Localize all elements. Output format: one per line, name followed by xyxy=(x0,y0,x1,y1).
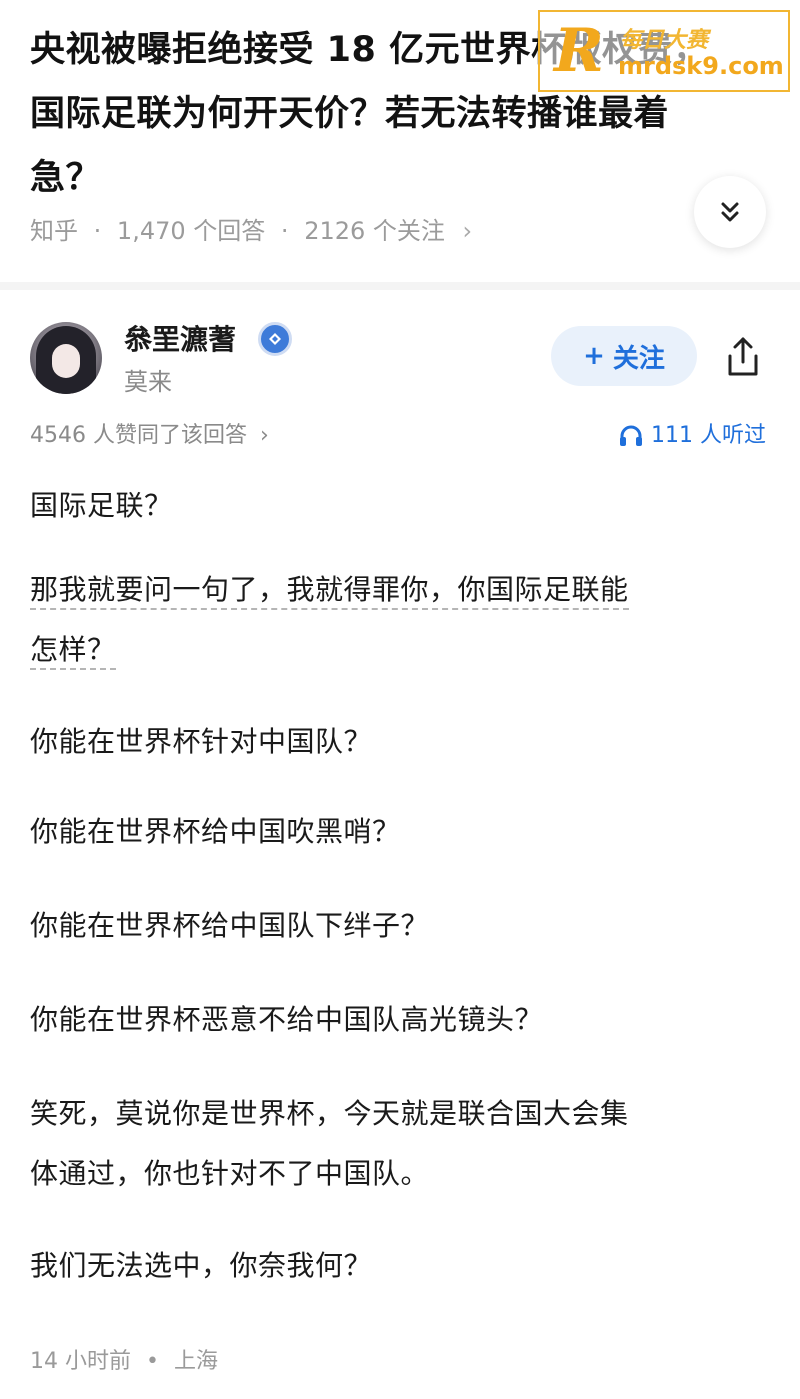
answer-paragraph: 你能在世界杯给中国队下绊子？ xyxy=(30,909,430,942)
expand-question-button[interactable] xyxy=(694,176,766,248)
question-title-line-3: 急？ xyxy=(30,158,102,198)
answer-paragraph: 你能在世界杯针对中国队？ xyxy=(30,725,373,758)
question-meta[interactable]: 知乎 · 1,470 个回答 · 2126 个关注 › xyxy=(30,211,472,251)
chevron-right-icon: › xyxy=(259,423,269,448)
answer-paragraph: 怎样？ xyxy=(30,620,116,680)
follow-label: 关注 xyxy=(612,343,665,374)
answer-paragraph: 你能在世界杯给中国吹黑哨？ xyxy=(30,815,401,848)
author-name[interactable]: 叅罜瀌蓍 xyxy=(124,320,236,360)
meta-separator: · xyxy=(280,217,289,245)
follow-button[interactable]: + 关注 xyxy=(551,326,697,386)
verified-badge-icon xyxy=(258,322,292,356)
answers-count: 1,470 个回答 xyxy=(116,217,266,245)
answer-paragraph: 笑死，莫说你是世界杯，今天就是联合国大会集 xyxy=(30,1097,629,1130)
watermark-letter: R xyxy=(554,16,604,86)
listen-stat[interactable]: 111 人听过 xyxy=(619,418,766,454)
meta-separator: · xyxy=(93,217,102,245)
answer-paragraph: 国际足联？ xyxy=(30,489,173,522)
highlighted-text[interactable]: 怎样？ xyxy=(30,633,116,670)
watermark-brand: 每日大赛 xyxy=(620,28,709,53)
likes-text: 4546 人赞同了该回答 xyxy=(30,423,247,448)
question-source: 知乎 xyxy=(30,217,78,245)
highlighted-text[interactable]: 那我就要问一句了，我就得罪你，你国际足联能 xyxy=(30,573,629,610)
section-divider xyxy=(0,282,800,290)
footer-separator: • xyxy=(146,1349,159,1374)
plus-icon: + xyxy=(583,341,605,371)
avatar[interactable] xyxy=(30,322,102,394)
chevron-right-icon: › xyxy=(462,217,473,245)
share-icon xyxy=(728,337,758,376)
answer-paragraph: 体通过，你也针对不了中国队。 xyxy=(30,1157,430,1190)
likes-stat[interactable]: 4546 人赞同了该回答 › xyxy=(30,418,269,454)
double-chevron-down-icon xyxy=(721,202,739,222)
answer-paragraph: 那我就要问一句了，我就得罪你，你国际足联能 xyxy=(30,560,629,620)
followers-count: 2126 个关注 xyxy=(304,217,445,245)
watermark-url: mrdsk9.com xyxy=(618,52,784,80)
author-subtitle: 莫来 xyxy=(124,368,172,396)
answer-footer: 14 小时前 • 上海 xyxy=(30,1344,218,1380)
headphones-icon xyxy=(620,425,642,446)
avatar-face xyxy=(52,344,80,378)
share-button[interactable] xyxy=(722,334,764,380)
answer-time: 14 小时前 xyxy=(30,1349,131,1374)
verified-check-icon xyxy=(269,333,281,345)
answer-location: 上海 xyxy=(173,1349,218,1374)
watermark-logo: R 每日大赛 mrdsk9.com xyxy=(538,10,790,92)
answer-paragraph: 你能在世界杯恶意不给中国队高光镜头？ xyxy=(30,1003,544,1036)
listens-text: 111 人听过 xyxy=(651,423,766,448)
answer-paragraph: 我们无法选中，你奈我何？ xyxy=(30,1249,373,1282)
